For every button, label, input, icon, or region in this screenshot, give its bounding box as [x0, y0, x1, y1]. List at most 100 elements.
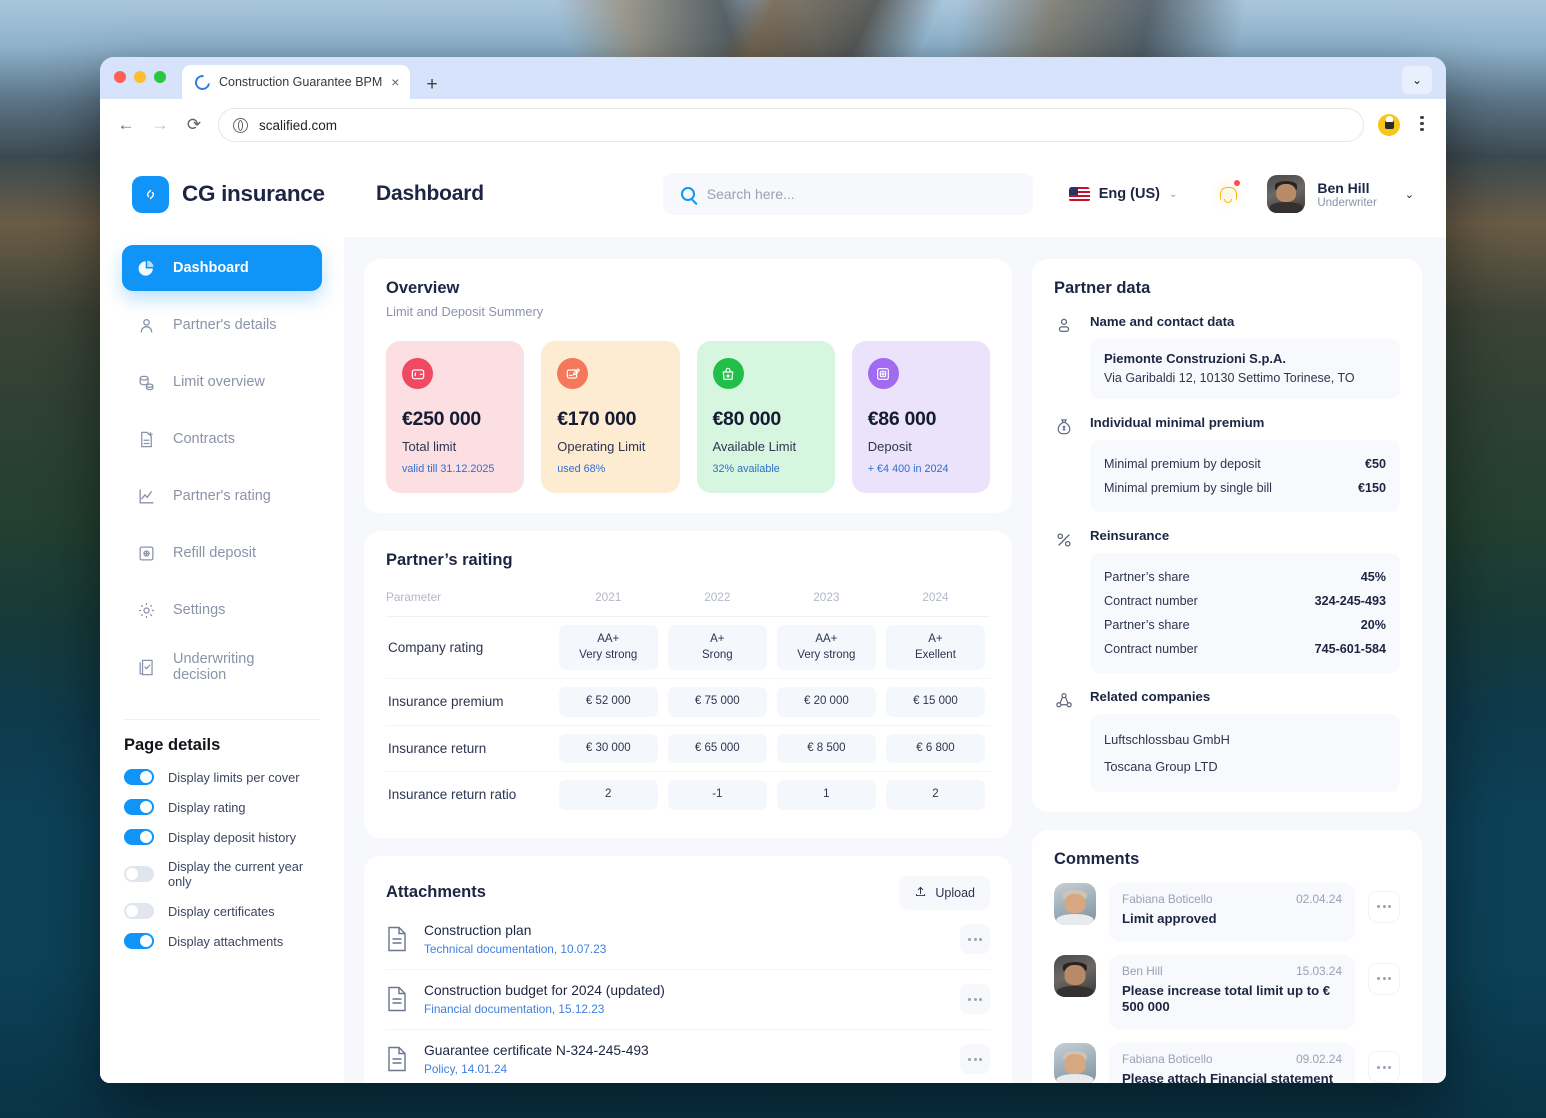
key-value-row: Contract number 745-601-584 — [1104, 637, 1386, 661]
cell-primary: € 20 000 — [776, 687, 876, 717]
column-header: 2021 — [553, 584, 663, 617]
window-traffic-lights — [114, 57, 166, 99]
partner-contact-group: Name and contact data Piemonte Construzi… — [1054, 314, 1400, 399]
partners-rating-card: Partner’s raiting Parameter 2021 2022 20… — [364, 531, 1012, 838]
network-icon — [1054, 689, 1076, 792]
user-name: Ben Hill — [1317, 179, 1370, 196]
key-value-row: Minimal premium by single bill €150 — [1104, 476, 1386, 500]
page-details-panel: Page details Display limits per cover Di… — [100, 720, 344, 963]
section-heading: Name and contact data — [1090, 314, 1235, 329]
kv-key: Contract number — [1104, 641, 1198, 656]
toggle-display-deposit-history[interactable] — [124, 829, 154, 845]
stat-card-operating-limit[interactable]: €170 000 Operating Limit used 68% — [541, 341, 680, 493]
toggle-row: Display rating — [124, 799, 320, 815]
table-cell: AA+ Very strong — [553, 616, 663, 680]
attachment-row[interactable]: Construction plan Technical documentatio… — [386, 910, 990, 970]
attachment-more-icon[interactable] — [960, 924, 990, 955]
sidebar-item-contracts[interactable]: Contracts — [122, 416, 322, 462]
back-button[interactable]: ← — [116, 115, 136, 135]
notifications-button[interactable] — [1209, 176, 1246, 212]
chevron-down-icon: ⌄ — [1404, 188, 1414, 201]
sidebar-item-partners-rating[interactable]: Partner's rating — [122, 473, 322, 519]
attachment-row[interactable]: Guarantee certificate N-324-245-493 Poli… — [386, 1030, 990, 1083]
table-row: Insurance premium € 52 000 € 75 000 € 20… — [386, 678, 990, 726]
avatar — [1267, 175, 1306, 213]
related-companies-group: Related companies Luftschlossbau GmbH To… — [1054, 689, 1400, 792]
toggle-label: Display the current year only — [168, 859, 304, 889]
table-cell: € 65 000 — [662, 725, 772, 773]
upload-button[interactable]: Upload — [899, 875, 990, 910]
browser-menu-icon[interactable] — [1414, 115, 1430, 135]
pie-chart-icon — [136, 258, 156, 278]
maximize-window-button[interactable] — [154, 71, 166, 83]
stat-card-deposit[interactable]: €86 000 Deposit + €4 400 in 2024 — [851, 341, 990, 493]
sidebar-item-label: Settings — [173, 602, 226, 618]
toggle-display-attachments[interactable] — [124, 933, 154, 949]
browser-tab[interactable]: Construction Guarantee BPM × — [182, 65, 411, 99]
sidebar-item-dashboard[interactable]: Dashboard — [122, 245, 322, 291]
sidebar-item-label: Dashboard — [173, 260, 249, 276]
main-content: Overview Limit and Deposit Summery €250 … — [344, 237, 1446, 1083]
attachment-name: Construction plan — [424, 922, 532, 938]
toggle-display-certificates[interactable] — [124, 903, 154, 919]
sidebar-item-refill-deposit[interactable]: Refill deposit — [122, 530, 322, 576]
sidebar-item-limit-overview[interactable]: Limit overview — [122, 359, 322, 405]
brand-logo[interactable]: CG insurance — [132, 175, 376, 213]
toggle-row: Display deposit history — [124, 829, 320, 845]
table-row: Insurance return ratio 2 -1 1 2 — [386, 772, 990, 818]
tab-title: Construction Guarantee BPM — [219, 75, 383, 89]
comment-more-icon[interactable] — [1368, 1051, 1400, 1083]
contact-panel: Piemonte Construzioni S.p.A. Via Garibal… — [1090, 339, 1400, 399]
table-cell: A+ Srong — [662, 616, 772, 680]
attachment-more-icon[interactable] — [960, 1044, 990, 1075]
comment-more-icon[interactable] — [1368, 962, 1400, 995]
page-details-title: Page details — [124, 736, 221, 754]
extension-icon[interactable] — [1378, 114, 1400, 136]
rating-title: Partner’s raiting — [386, 551, 513, 569]
attachment-more-icon[interactable] — [960, 984, 990, 1015]
attachments-title: Attachments — [386, 883, 486, 902]
sidebar-item-underwriting-decision[interactable]: Underwriting decision — [122, 644, 322, 690]
toggle-row: Display certificates — [124, 903, 320, 919]
forward-button[interactable]: → — [150, 115, 170, 135]
table-header-row: Parameter 2021 2022 2023 2024 — [386, 584, 990, 617]
address-bar-url: scalified.com — [259, 117, 338, 133]
stat-value: €250 000 — [402, 408, 481, 430]
attachment-row[interactable]: Construction budget for 2024 (updated) F… — [386, 970, 990, 1030]
comment-more-icon[interactable] — [1368, 890, 1400, 923]
search-input[interactable]: Search here... — [662, 173, 1033, 215]
bag-plus-icon — [712, 358, 744, 389]
minimize-window-button[interactable] — [134, 71, 146, 83]
cell-primary: € 15 000 — [885, 687, 985, 717]
user-menu[interactable]: Ben Hill Underwriter ⌄ — [1267, 175, 1414, 213]
close-window-button[interactable] — [114, 71, 126, 83]
toggle-label: Display attachments — [168, 933, 284, 949]
toggle-display-limits-per-cover[interactable] — [124, 769, 154, 785]
kv-value: 745-601-584 — [1314, 641, 1386, 656]
sidebar: Dashboard Partner's details Limit overvi… — [100, 237, 344, 1083]
kv-key: Partner’s share — [1104, 569, 1190, 584]
globe-icon — [233, 117, 248, 133]
new-tab-button[interactable]: + — [426, 75, 437, 94]
stat-card-total-limit[interactable]: €250 000 Total limit valid till 31.12.20… — [386, 341, 525, 493]
toggle-display-current-year-only[interactable] — [124, 866, 154, 882]
reload-button[interactable]: ⟳ — [184, 115, 204, 135]
table-cell: € 8 500 — [771, 725, 881, 773]
app-header: CG insurance Dashboard Search here... En… — [100, 151, 1446, 237]
related-company: Luftschlossbau GmbH — [1104, 731, 1230, 747]
chevron-down-icon[interactable]: ⌄ — [1402, 66, 1432, 94]
address-bar[interactable]: scalified.com — [218, 108, 1364, 142]
table-cell: AA+ Very strong — [771, 616, 881, 680]
sidebar-item-partners-details[interactable]: Partner's details — [122, 302, 322, 348]
related-panel: Luftschlossbau GmbH Toscana Group LTD — [1090, 713, 1400, 792]
close-tab-icon[interactable]: × — [391, 75, 399, 89]
column-header: Parameter — [386, 584, 554, 617]
comment-text: Please increase total limit up to € 500 … — [1122, 982, 1331, 1015]
stat-card-available-limit[interactable]: €80 000 Available Limit 32% available — [696, 341, 835, 493]
toggle-display-rating[interactable] — [124, 799, 154, 815]
comment-item: Fabiana Boticello 02.04.24 Limit approve… — [1054, 882, 1400, 941]
attachment-name: Construction budget for 2024 (updated) — [424, 982, 665, 998]
stat-note: + €4 400 in 2024 — [867, 463, 949, 475]
language-selector[interactable]: Eng (US) ⌄ — [1068, 186, 1177, 202]
sidebar-item-settings[interactable]: Settings — [122, 587, 322, 633]
